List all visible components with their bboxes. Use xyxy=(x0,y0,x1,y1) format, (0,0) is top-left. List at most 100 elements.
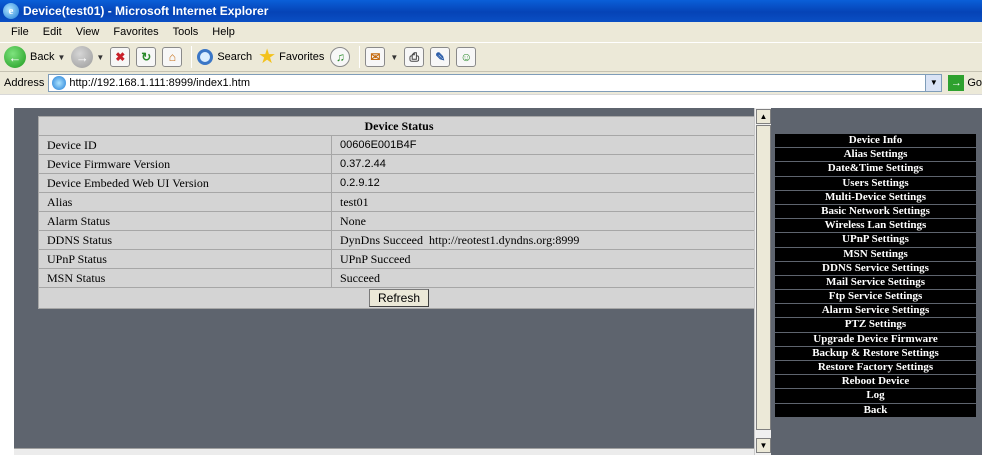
chevron-down-icon[interactable]: ▼ xyxy=(57,53,65,62)
home-icon[interactable]: ⌂ xyxy=(162,47,183,67)
chevron-down-icon[interactable]: ▼ xyxy=(96,53,104,62)
back-label: Back xyxy=(30,51,55,63)
side-menu-frame: Device Info Alias Settings Date&Time Set… xyxy=(771,108,982,455)
menu-item-back[interactable]: Back xyxy=(775,403,976,418)
mail-icon[interactable]: ✉ xyxy=(365,47,386,67)
menu-item-alarm-service-settings[interactable]: Alarm Service Settings xyxy=(775,304,976,319)
menu-item-msn-settings[interactable]: MSN Settings xyxy=(775,247,976,262)
menu-bar: File Edit View Favorites Tools Help xyxy=(0,22,982,42)
menu-favorites[interactable]: Favorites xyxy=(106,26,165,38)
table-row: MSN Status Succeed xyxy=(38,268,760,288)
table-row: Device ID 00606E001B4F xyxy=(38,135,760,155)
back-arrow-icon: ← xyxy=(4,46,26,68)
menu-item-backup-restore[interactable]: Backup & Restore Settings xyxy=(775,346,976,361)
device-status-table: Device Status Device ID 00606E001B4F Dev… xyxy=(38,116,760,309)
side-menu: Device Info Alias Settings Date&Time Set… xyxy=(775,134,976,418)
address-input[interactable]: http://192.168.1.111:8999/index1.htm ▼ xyxy=(48,74,943,92)
menu-item-restore-factory[interactable]: Restore Factory Settings xyxy=(775,361,976,376)
content-top-margin xyxy=(0,94,982,108)
row-value: 00606E001B4F xyxy=(331,135,760,155)
address-url[interactable]: http://192.168.1.111:8999/index1.htm xyxy=(69,77,925,89)
edit-icon[interactable]: ✎ xyxy=(430,47,451,67)
menu-item-reboot-device[interactable]: Reboot Device xyxy=(775,375,976,390)
go-label: Go xyxy=(967,77,982,89)
row-label: MSN Status xyxy=(38,268,332,288)
menu-item-ddns-service-settings[interactable]: DDNS Service Settings xyxy=(775,261,976,276)
window-title-bar: e Device(test01) - Microsoft Internet Ex… xyxy=(0,0,982,22)
chevron-down-icon[interactable]: ▼ xyxy=(925,75,942,91)
row-label: Device Embeded Web UI Version xyxy=(38,173,332,193)
stop-icon[interactable]: ✖ xyxy=(110,47,131,67)
chevron-down-icon[interactable]: ▼ xyxy=(390,53,398,62)
favorites-button[interactable]: ★ Favorites xyxy=(258,47,324,67)
menu-item-datetime-settings[interactable]: Date&Time Settings xyxy=(775,162,976,177)
table-row: Device Embeded Web UI Version 0.2.9.12 xyxy=(38,173,760,193)
table-row: UPnP Status UPnP Succeed xyxy=(38,249,760,269)
row-label: Alarm Status xyxy=(38,211,332,231)
menu-item-upgrade-firmware[interactable]: Upgrade Device Firmware xyxy=(775,332,976,347)
row-label: Alias xyxy=(38,192,332,212)
toolbar-separator xyxy=(359,46,361,68)
main-frame: Device Status Device ID 00606E001B4F Dev… xyxy=(14,108,760,448)
horizontal-scrollbar[interactable] xyxy=(14,448,754,455)
menu-edit[interactable]: Edit xyxy=(36,26,69,38)
vertical-scrollbar[interactable]: ▲ ▼ xyxy=(754,108,771,455)
toolbar-separator xyxy=(191,46,193,68)
messenger-icon[interactable]: ☺ xyxy=(456,47,477,67)
address-label: Address xyxy=(4,77,45,89)
row-label: Device ID xyxy=(38,135,332,155)
refresh-row: Refresh xyxy=(38,287,760,309)
media-icon[interactable]: ♫ xyxy=(330,47,351,67)
go-button[interactable]: → Go xyxy=(948,75,982,91)
menu-help[interactable]: Help xyxy=(205,26,242,38)
go-arrow-icon: → xyxy=(948,75,965,91)
search-label: Search xyxy=(217,51,253,63)
menu-item-device-info[interactable]: Device Info xyxy=(775,134,976,149)
table-row: Alarm Status None xyxy=(38,211,760,231)
row-value: UPnP Succeed xyxy=(331,249,760,269)
scroll-down-icon[interactable]: ▼ xyxy=(756,438,771,453)
menu-item-wireless-lan-settings[interactable]: Wireless Lan Settings xyxy=(775,219,976,234)
menu-item-ptz-settings[interactable]: PTZ Settings xyxy=(775,318,976,333)
forward-arrow-icon: → xyxy=(71,46,94,68)
table-title: Device Status xyxy=(38,116,760,136)
row-value: Succeed xyxy=(331,268,760,288)
favorites-label: Favorites xyxy=(279,51,325,63)
table-row: Device Firmware Version 0.37.2.44 xyxy=(38,154,760,174)
row-value: DynDns Succeed http://reotest1.dyndns.or… xyxy=(331,230,760,250)
menu-item-log[interactable]: Log xyxy=(775,389,976,404)
menu-tools[interactable]: Tools xyxy=(166,26,206,38)
menu-item-ftp-service-settings[interactable]: Ftp Service Settings xyxy=(775,290,976,305)
print-icon[interactable]: ⎙ xyxy=(404,47,425,67)
menu-item-mail-service-settings[interactable]: Mail Service Settings xyxy=(775,275,976,291)
menu-item-users-settings[interactable]: Users Settings xyxy=(775,176,976,191)
forward-button[interactable]: → ▼ xyxy=(71,46,104,68)
menu-view[interactable]: View xyxy=(69,26,107,38)
refresh-button[interactable]: Refresh xyxy=(368,289,430,307)
row-label: Device Firmware Version xyxy=(38,154,332,174)
refresh-icon[interactable]: ↻ xyxy=(136,47,157,67)
search-icon xyxy=(197,49,214,65)
row-value: test01 xyxy=(331,192,760,212)
menu-item-basic-network-settings[interactable]: Basic Network Settings xyxy=(775,204,976,220)
back-button[interactable]: ← Back ▼ xyxy=(4,46,65,68)
toolbar: ← Back ▼ → ▼ ✖ ↻ ⌂ Search ★ Favorites ♫ … xyxy=(0,42,982,72)
scroll-thumb[interactable] xyxy=(756,125,771,430)
table-row: DDNS Status DynDns Succeed http://reotes… xyxy=(38,230,760,250)
scroll-up-icon[interactable]: ▲ xyxy=(756,109,771,124)
search-button[interactable]: Search xyxy=(197,49,252,65)
menu-file[interactable]: File xyxy=(4,26,36,38)
row-value: 0.2.9.12 xyxy=(331,173,760,193)
menu-item-upnp-settings[interactable]: UPnP Settings xyxy=(775,233,976,248)
menu-item-multi-device-settings[interactable]: Multi-Device Settings xyxy=(775,190,976,205)
favorites-star-icon: ★ xyxy=(258,46,277,68)
menu-item-alias-settings[interactable]: Alias Settings xyxy=(775,148,976,163)
row-label: DDNS Status xyxy=(38,230,332,250)
page-icon xyxy=(52,76,67,90)
address-bar: Address http://192.168.1.111:8999/index1… xyxy=(0,72,982,94)
row-value: 0.37.2.44 xyxy=(331,154,760,174)
table-row: Alias test01 xyxy=(38,192,760,212)
row-label: UPnP Status xyxy=(38,249,332,269)
row-value: None xyxy=(331,211,760,231)
ie-logo-icon: e xyxy=(3,3,19,19)
